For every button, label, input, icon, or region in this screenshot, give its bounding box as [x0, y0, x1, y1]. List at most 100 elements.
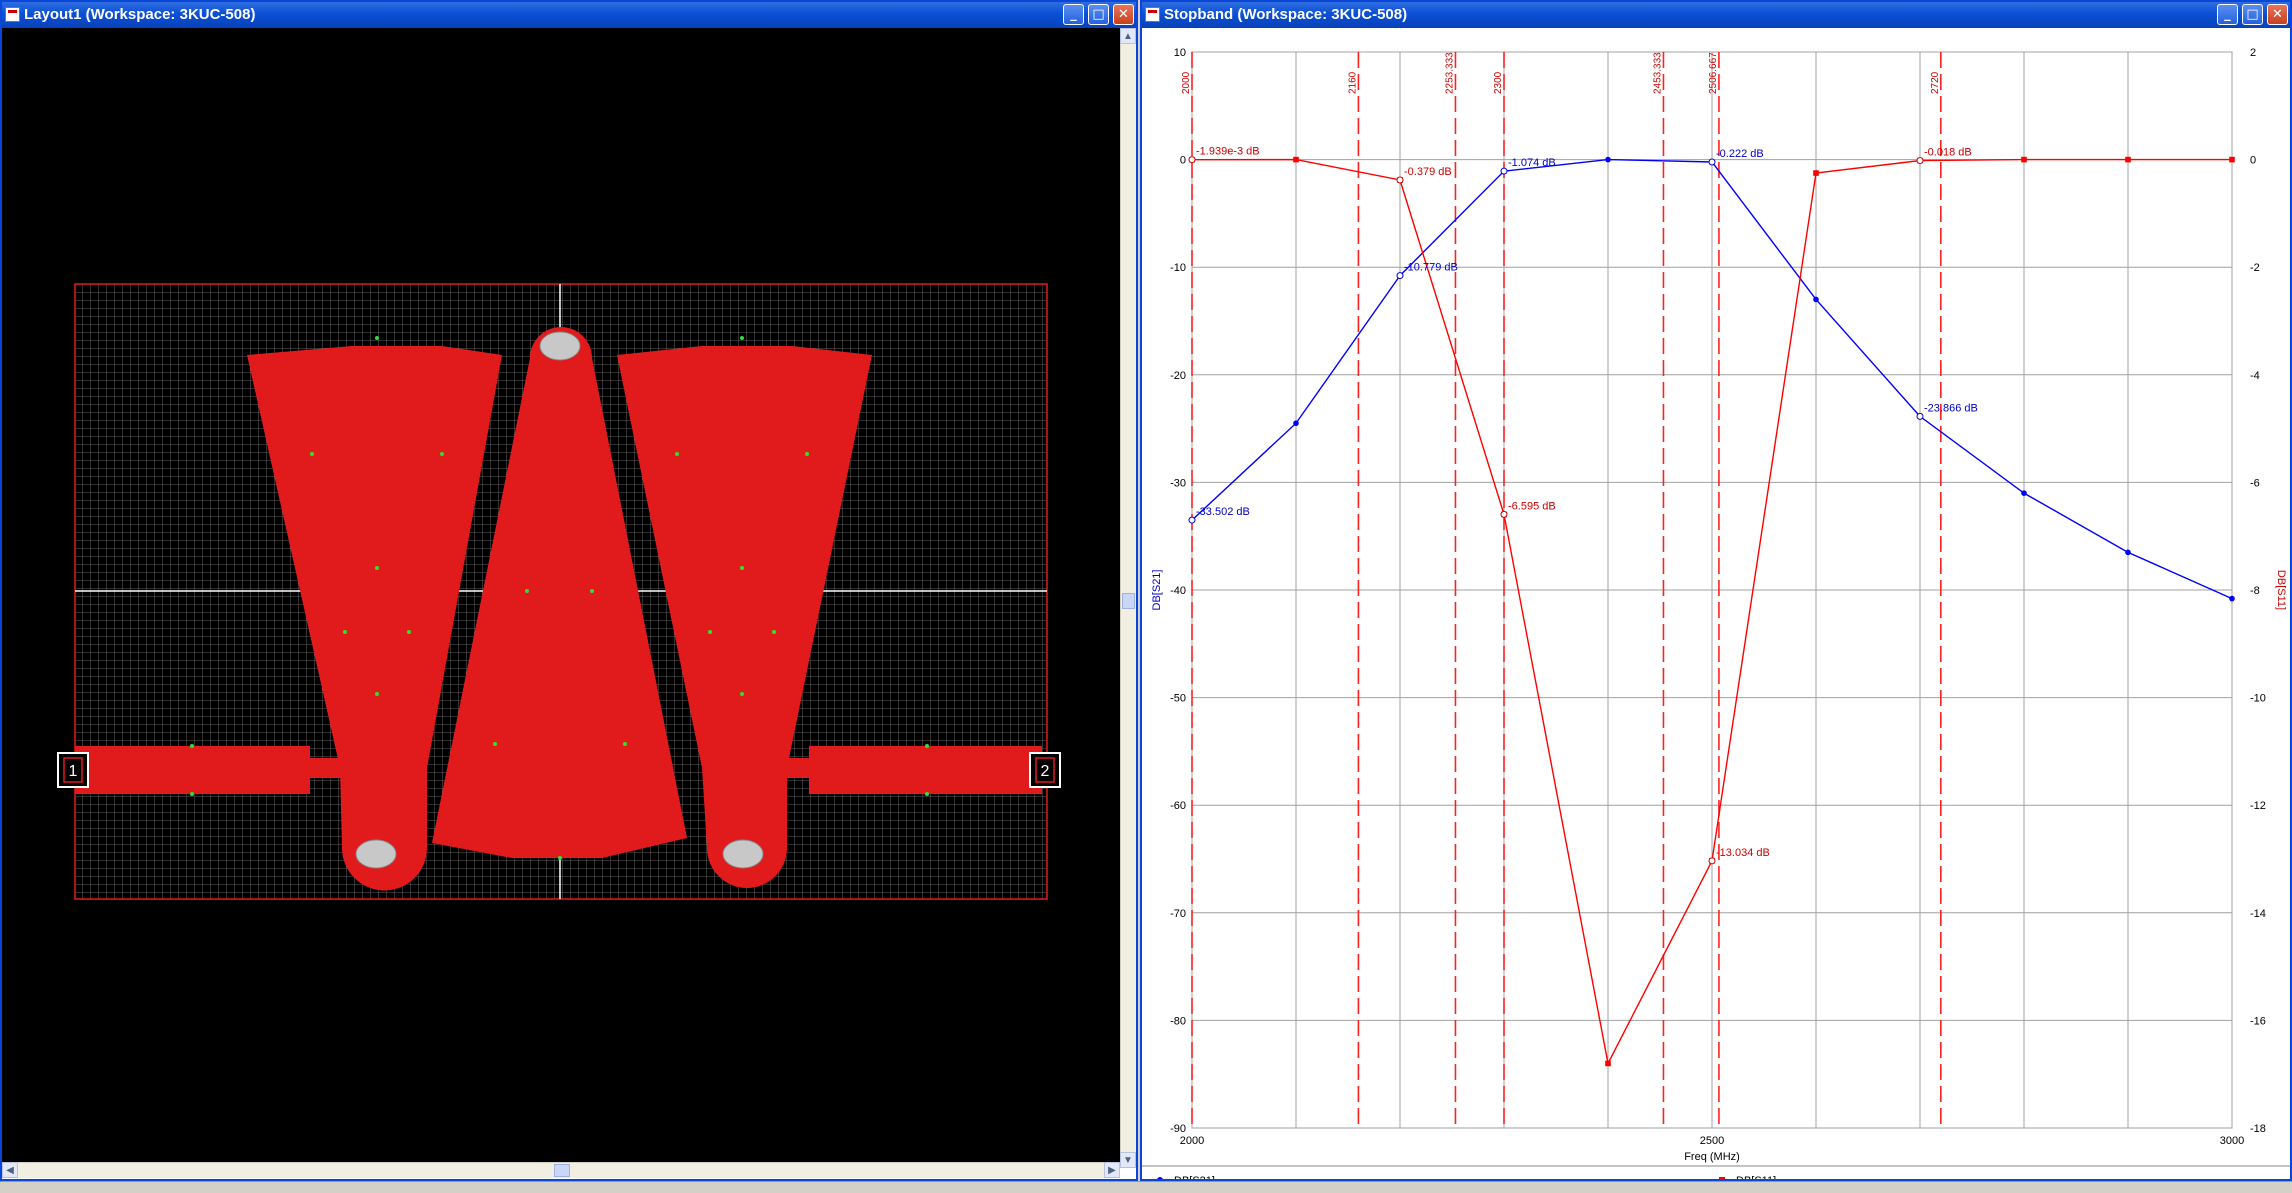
horizontal-scroll-thumb[interactable]: [554, 1164, 570, 1177]
annotation-marker: [1188, 156, 1196, 164]
y-tick-left-label: -40: [1170, 585, 1186, 597]
scroll-left-arrow-icon[interactable]: ◀: [2, 1162, 18, 1178]
y-tick-right-label: -2: [2250, 262, 2260, 274]
y-tick-left-label: 0: [1180, 155, 1186, 167]
chart-window-title: Stopband (Workspace: 3KUC-508): [1164, 6, 1408, 23]
feed-line-left[interactable]: [75, 746, 310, 794]
maximize-button[interactable]: □: [1088, 4, 1109, 25]
annotation-layer: -33.502 dB -10.779 dB -1.074 dB -23.866 dB -…: [1188, 146, 1978, 865]
data-point-s21: [2021, 490, 2027, 496]
annotation-label: -6.595 dB: [1508, 500, 1556, 512]
chart-minimize-button[interactable]: _: [2217, 4, 2238, 25]
via-hole-left[interactable]: [355, 839, 397, 869]
x-axis-label: Freq (MHz): [1684, 1151, 1740, 1163]
chart-maximize-button[interactable]: □: [2242, 4, 2263, 25]
chart-area[interactable]: 2000 2160 2253.333 2300 2453.333 2506.667 2720…: [1142, 28, 2290, 1187]
vertical-scroll-thumb[interactable]: [1122, 593, 1135, 609]
marker-label: 2000: [1181, 71, 1192, 94]
legend-entry-label: DB[S21]: [1174, 1175, 1215, 1179]
annotation-label: -0.379 dB: [1404, 166, 1452, 178]
y-tick-right-label: -10: [2250, 693, 2266, 705]
data-point-s11: [2229, 156, 2235, 163]
annotation-marker: [1500, 167, 1508, 175]
annotation-marker: [1916, 412, 1924, 420]
annotation-marker: [1708, 857, 1716, 865]
y-tick-right-label: -18: [2250, 1123, 2266, 1135]
layout-titlebar[interactable]: Layout1 (Workspace: 3KUC-508) _ □ ✕: [2, 2, 1136, 28]
y-tick-left-label: -80: [1170, 1015, 1186, 1027]
marker-label: 2506.667: [1708, 52, 1719, 94]
legend: DB[S21] DB[S11]: [1142, 1165, 2290, 1187]
y-tick-left-label: -20: [1170, 370, 1186, 382]
annotation-label: -23.866 dB: [1924, 402, 1978, 414]
data-point-s11: [1813, 170, 1819, 176]
y-tick-right-label: -14: [2250, 908, 2266, 920]
y-tick-right-label: 2: [2250, 47, 2256, 59]
marker-label: 2160: [1347, 71, 1358, 94]
layout-horizontal-scrollbar[interactable]: ◀ ▶: [2, 1162, 1120, 1178]
y-tick-right-label: 0: [2250, 155, 2256, 167]
layout-window[interactable]: Layout1 (Workspace: 3KUC-508) _ □ ✕ 1 2 …: [0, 0, 1138, 1181]
legend-swatch-point: [1719, 1177, 1725, 1183]
minimize-button[interactable]: _: [1063, 4, 1084, 25]
data-point-s11: [2125, 156, 2131, 163]
scroll-down-arrow-icon[interactable]: ▼: [1120, 1152, 1136, 1168]
y-tick-left-label: -90: [1170, 1123, 1186, 1135]
y-tick-right-label: -16: [2250, 1015, 2266, 1027]
layout-window-title: Layout1 (Workspace: 3KUC-508): [24, 6, 256, 23]
annotation-label: -0.018 dB: [1924, 147, 1972, 159]
chart-close-button[interactable]: ✕: [2267, 4, 2288, 25]
annotation-marker: [1188, 516, 1196, 524]
y-tick-left-label: -60: [1170, 800, 1186, 812]
x-tick-label: 2500: [1700, 1135, 1724, 1147]
annotation-label: -13.034 dB: [1716, 847, 1770, 859]
y-tick-right-label: -8: [2250, 585, 2260, 597]
data-point-s21: [2125, 549, 2131, 556]
data-point-s11: [2021, 156, 2027, 163]
chart-titlebar[interactable]: Stopband (Workspace: 3KUC-508) _ □ ✕: [1142, 2, 2290, 28]
annotation-label: -10.779 dB: [1404, 262, 1458, 274]
y-tick-left-label: -70: [1170, 908, 1186, 920]
port-2[interactable]: 2: [1029, 752, 1061, 788]
y-axis-right-label: DB[S11]: [2275, 570, 2287, 610]
data-point-s21: [1605, 156, 1611, 163]
via-hole-right[interactable]: [722, 839, 764, 869]
marker-label: 2453.333: [1652, 52, 1663, 94]
y-axis-left-label: DB[S21]: [1151, 570, 1163, 611]
data-point-s21: [1813, 296, 1819, 303]
chart-window-icon: [1145, 7, 1160, 22]
scroll-up-arrow-icon[interactable]: ▲: [1120, 28, 1136, 44]
chart-window[interactable]: Stopband (Workspace: 3KUC-508) _ □ ✕ 200…: [1140, 0, 2292, 1187]
port-2-label: 2: [1041, 763, 1050, 780]
layout-window-icon: [5, 7, 20, 22]
marker-label: 2300: [1493, 71, 1504, 94]
y-tick-left-label: 10: [1174, 47, 1186, 59]
port-1-label: 1: [69, 763, 78, 780]
annotation-label: -0.222 dB: [1716, 148, 1764, 160]
stopband-chart[interactable]: 2000 2160 2253.333 2300 2453.333 2506.667 2720…: [1142, 28, 2290, 1187]
annotation-marker: [1500, 510, 1508, 518]
layout-vertical-scrollbar[interactable]: ▲ ▼: [1120, 28, 1136, 1168]
layout-drawing[interactable]: 1 2: [2, 28, 1120, 1168]
axis-layer: 10 0 -10 -20 -30 -40 -50 -60 -70 -80 -90 2 0 -2 -4 -6 -8…: [1170, 47, 2266, 1147]
close-button[interactable]: ✕: [1113, 4, 1134, 25]
legend-entry-label: DB[S11]: [1736, 1175, 1776, 1179]
status-bar: [0, 1181, 2292, 1193]
y-tick-left-label: -30: [1170, 477, 1186, 489]
stub-right: [782, 758, 812, 778]
scroll-right-arrow-icon[interactable]: ▶: [1104, 1162, 1120, 1178]
y-tick-left-label: -50: [1170, 693, 1186, 705]
x-tick-label: 3000: [2220, 1135, 2244, 1147]
port-1[interactable]: 1: [57, 752, 89, 788]
annotation-marker: [1708, 158, 1716, 166]
grid-layer: [1191, 51, 2233, 1129]
feed-line-right[interactable]: [809, 746, 1042, 794]
annotation-marker: [1916, 157, 1924, 165]
data-point-s11: [1605, 1060, 1611, 1067]
stub-left: [307, 758, 347, 778]
annotation-marker: [1396, 176, 1404, 184]
data-point-s11: [1293, 156, 1299, 163]
y-tick-right-label: -4: [2250, 370, 2260, 382]
via-hole-top[interactable]: [539, 331, 581, 361]
layout-canvas[interactable]: 1 2: [2, 28, 1120, 1168]
